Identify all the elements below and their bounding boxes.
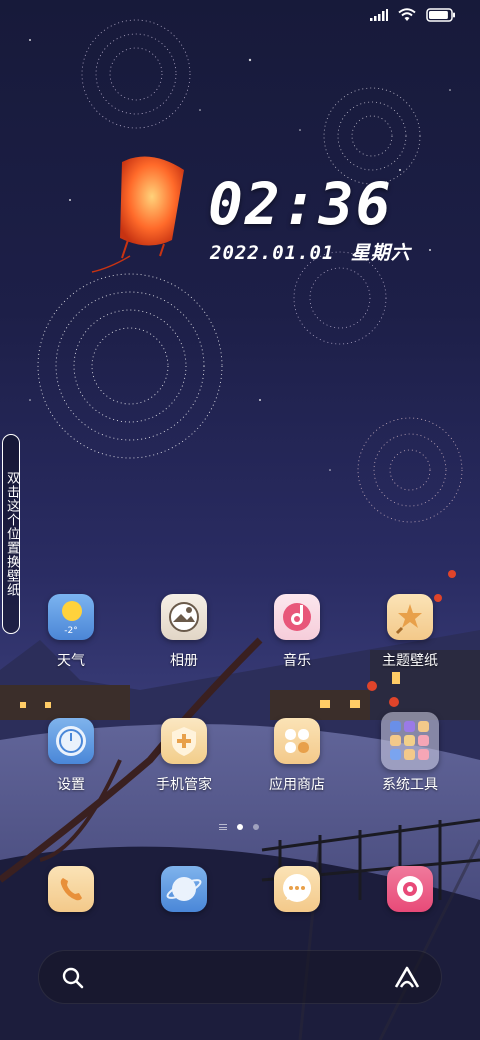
dock-phone[interactable] [21,866,121,912]
signal-icon [370,9,388,21]
browser-icon [161,866,207,912]
dock-messages[interactable] [247,866,347,912]
app-label-store: 应用商店 [269,777,325,793]
app-gallery[interactable]: 相册 [134,594,234,670]
status-bar [370,8,456,22]
messages-icon [274,866,320,912]
firework-top [81,19,191,129]
app-store[interactable]: 应用商店 [247,718,347,794]
battery-icon [426,8,455,22]
wifi-icon [398,8,416,21]
page-list-icon [219,824,227,830]
phone-icon [48,866,94,912]
dock-camera[interactable] [360,866,460,912]
dock-browser[interactable] [134,866,234,912]
change-wallpaper-label: 双击这个位置换壁纸 [4,471,19,597]
app-music[interactable]: 音乐 [247,594,347,670]
app-store-icon [274,718,320,764]
date-text: 2022.01.01 [210,242,335,264]
settings-icon [48,718,94,764]
security-icon [161,718,207,764]
app-label-gallery: 相册 [170,653,198,669]
page-dot [253,824,259,830]
search-bar[interactable] [38,950,442,1004]
firework-big [37,273,223,459]
page-indicator[interactable] [219,824,259,830]
app-weather[interactable]: -2° 天气 [21,594,121,670]
clock-date[interactable]: 2022.01.01 星期六 [210,238,415,265]
app-security[interactable]: 手机管家 [134,718,234,794]
change-wallpaper-tab[interactable]: 双击这个位置换壁纸 [2,434,20,634]
app-label-weather: 天气 [57,653,85,669]
weekday-text: 星期六 [350,242,411,264]
app-label-settings: 设置 [57,777,85,793]
app-label-music: 音乐 [283,653,311,669]
sky-lantern [91,156,184,273]
gallery-icon [161,594,207,640]
clock-time[interactable]: 02:36 [208,170,393,238]
app-settings[interactable]: 设置 [21,718,121,794]
music-icon [274,594,320,640]
firework-mid [293,251,387,345]
app-label-security: 手机管家 [156,777,212,793]
page-dot-current [237,824,243,830]
app-label-tools: 系统工具 [382,777,438,793]
theme-icon [387,594,433,640]
weather-temp: -2° [64,626,77,636]
app-label-theme: 主题壁纸 [382,653,438,669]
folder-icon [381,712,439,770]
firework-small [357,417,463,523]
assistant-icon[interactable] [393,965,421,991]
weather-icon: -2° [48,594,94,640]
search-icon[interactable] [61,966,85,990]
folder-system-tools[interactable]: 系统工具 [360,712,460,794]
app-theme[interactable]: 主题壁纸 [360,594,460,670]
camera-icon [387,866,433,912]
